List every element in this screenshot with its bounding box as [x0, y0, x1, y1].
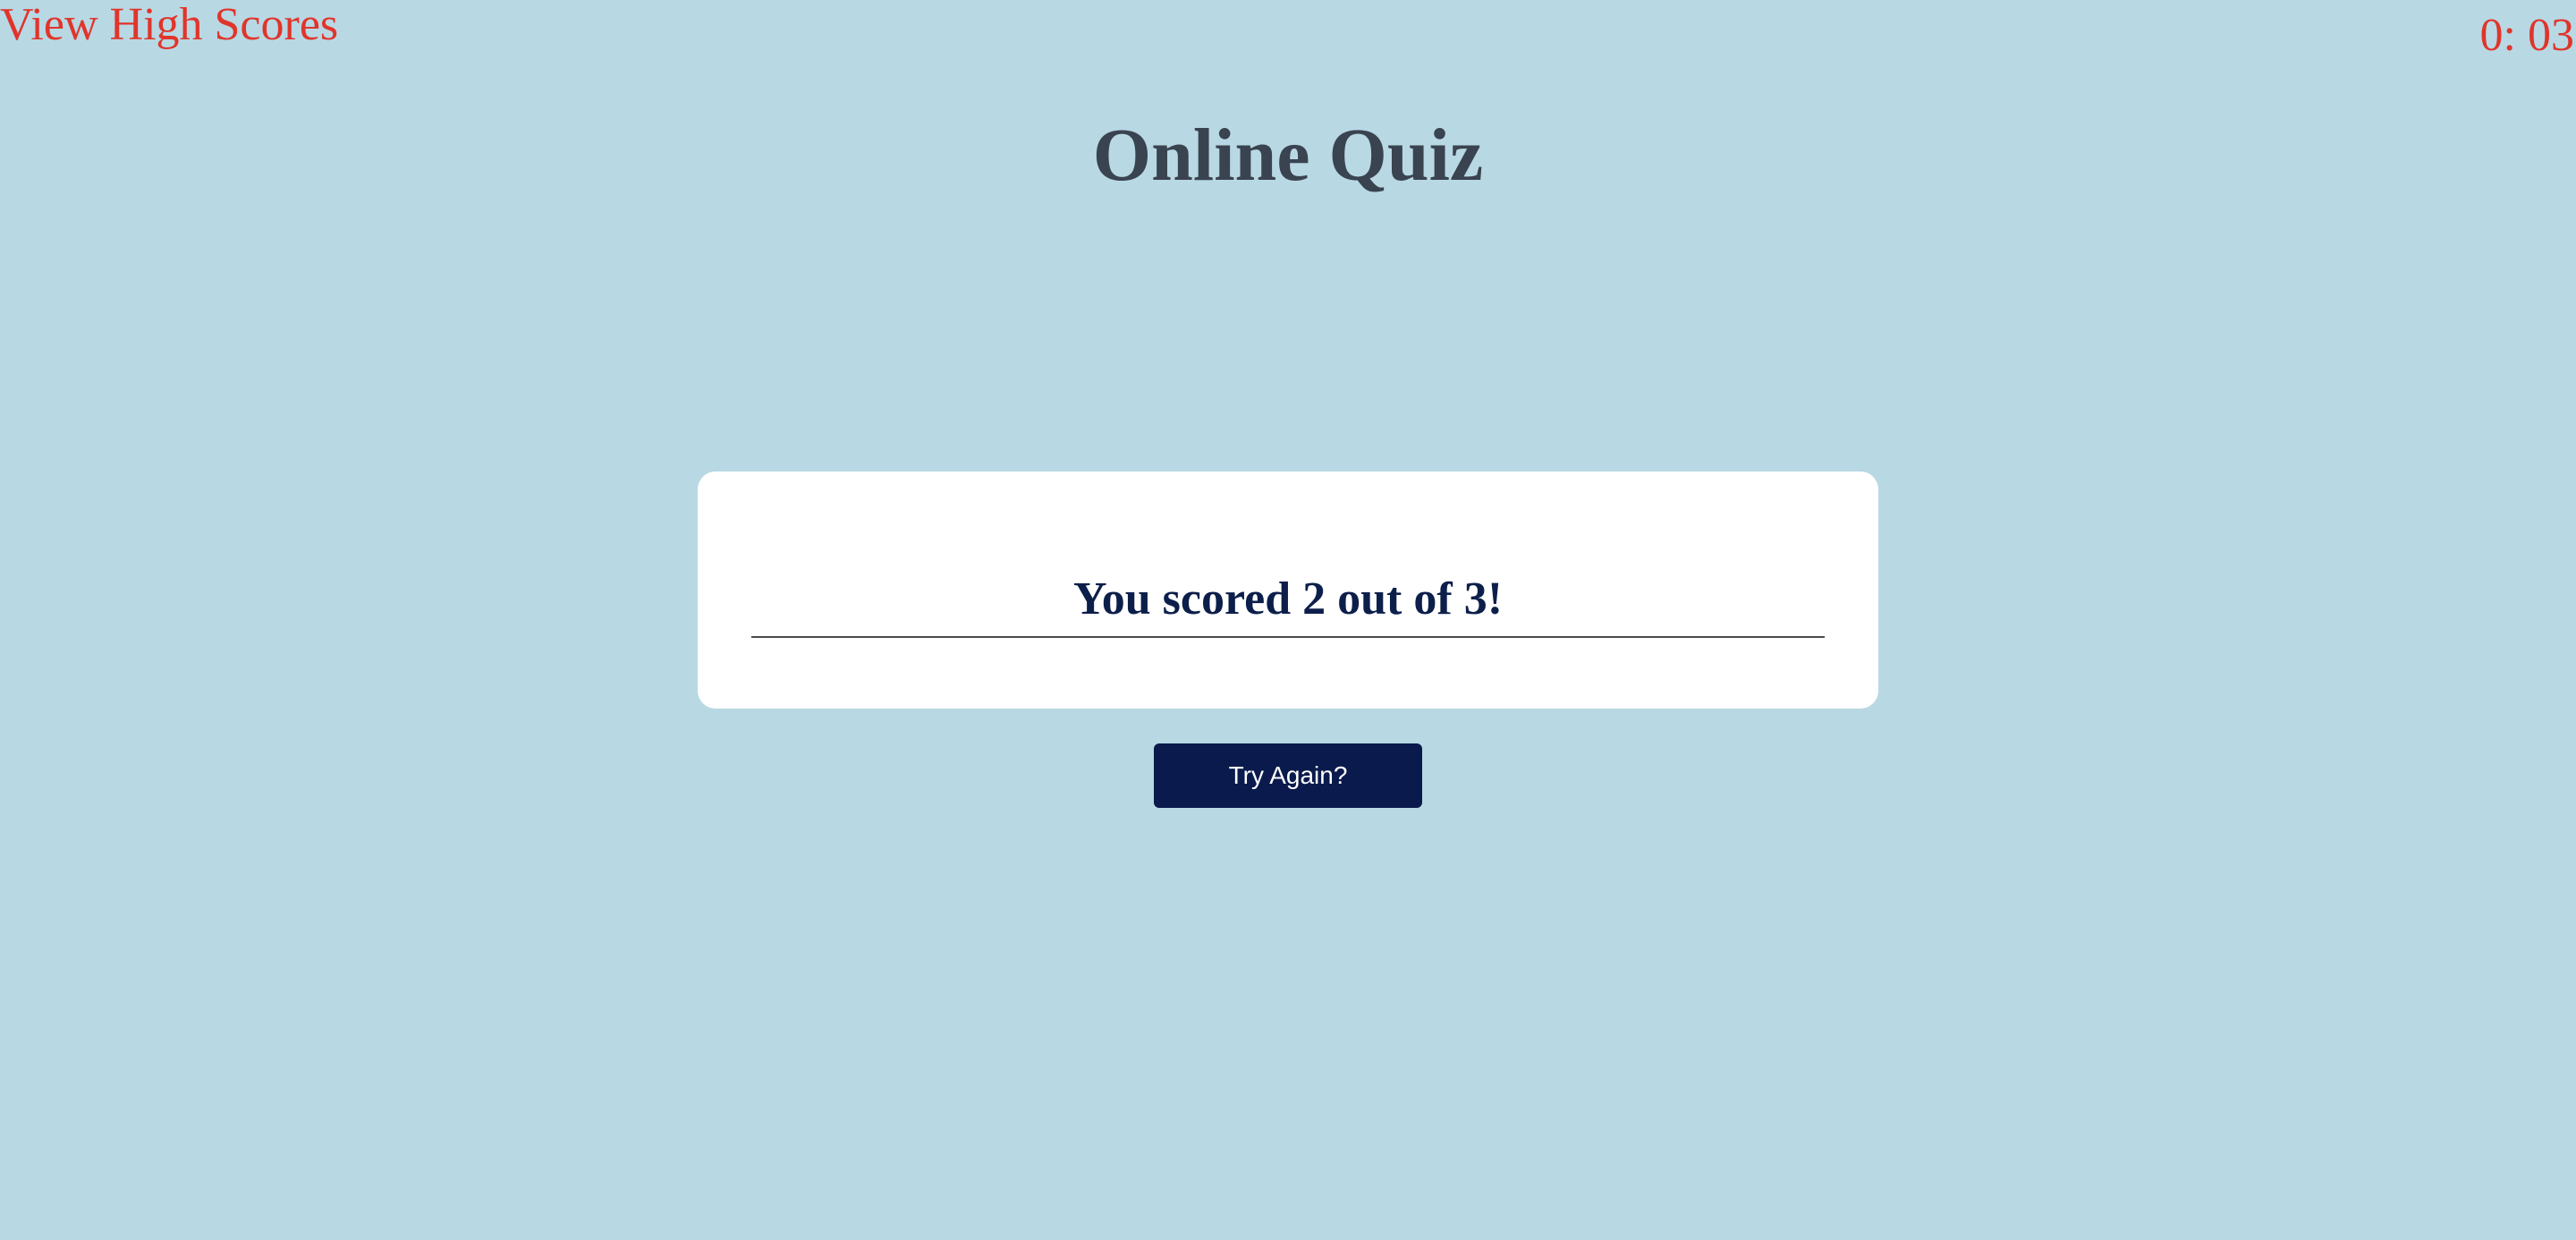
try-again-button[interactable]: Try Again? — [1154, 743, 1422, 808]
view-high-scores-link[interactable]: View High Scores — [0, 2, 338, 48]
result-card: You scored 2 out of 3! — [698, 471, 1878, 709]
page-title: Online Quiz — [1092, 114, 1484, 197]
quiz-timer: 0: 03 — [2479, 10, 2574, 61]
score-message: You scored 2 out of 3! — [751, 561, 1825, 638]
